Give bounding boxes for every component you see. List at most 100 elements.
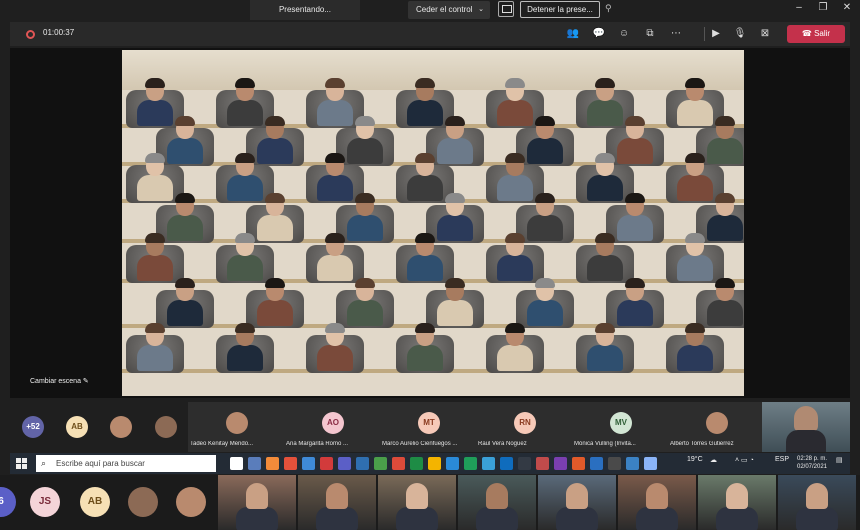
participant-tile[interactable]: Alberto Torres Gutierrez	[668, 402, 764, 452]
maximize-icon[interactable]: ❐	[814, 2, 832, 13]
participant-video-tile[interactable]	[298, 475, 376, 530]
more-actions-icon[interactable]: ⋯	[669, 27, 683, 41]
taskbar-app-icon[interactable]	[626, 457, 639, 470]
taskbar-app-icon[interactable]	[644, 457, 657, 470]
participant-photo[interactable]	[176, 487, 206, 517]
participant-video-tile[interactable]	[458, 475, 536, 530]
attendee-video[interactable]	[135, 233, 175, 281]
taskbar-app-icon[interactable]	[554, 457, 567, 470]
attendee-video[interactable]	[405, 323, 445, 371]
taskbar-app-icon[interactable]	[590, 457, 603, 470]
participant-video-tile[interactable]	[618, 475, 696, 530]
taskbar-app-icon[interactable]	[320, 457, 333, 470]
notifications-icon[interactable]: ▤	[836, 456, 843, 464]
taskbar-app-icon[interactable]	[428, 457, 441, 470]
participant-initials: AO	[322, 412, 344, 434]
microphone-icon[interactable]: 🎙	[733, 27, 747, 41]
taskbar-app-icon[interactable]	[374, 457, 387, 470]
participant-body	[636, 507, 678, 530]
taskbar-app-icon[interactable]	[356, 457, 369, 470]
attendee-video[interactable]	[495, 233, 535, 281]
attendee-video[interactable]	[345, 278, 385, 326]
attendee-video[interactable]	[495, 323, 535, 371]
participant-tile[interactable]: RN Raul Vera Noguez	[476, 402, 572, 452]
attendee-video[interactable]	[135, 323, 175, 371]
meeting-toolbar: 01:00:37 👥 💬 ☺ ⧉ ⋯ ▶ 🎙 ⊠ ☎ Salir	[10, 22, 850, 46]
share-screen-icon[interactable]	[498, 1, 514, 17]
attendee-video[interactable]	[705, 278, 744, 326]
participant-avatar[interactable]: JS	[30, 487, 60, 517]
camera-icon[interactable]: ▶	[709, 27, 723, 41]
attendee-video[interactable]	[315, 323, 355, 371]
attendee-video[interactable]	[225, 233, 265, 281]
overflow-participants-partial[interactable]: 6	[0, 487, 16, 517]
chat-icon[interactable]: 💬	[592, 27, 606, 41]
participant-body	[476, 507, 518, 530]
participant-tile[interactable]: Tadeo Kenitay Mendo...	[188, 402, 284, 452]
taskbar-app-icon[interactable]	[500, 457, 513, 470]
rooms-icon[interactable]: ⧉	[643, 27, 657, 41]
participant-video-tile[interactable]	[218, 475, 296, 530]
taskbar-app-icon[interactable]	[338, 457, 351, 470]
attendee-video[interactable]	[675, 233, 715, 281]
attendee-video[interactable]	[225, 323, 265, 371]
attendee-video[interactable]	[405, 233, 445, 281]
participant-avatar[interactable]: AB	[80, 487, 110, 517]
participants-icon[interactable]: 👥	[566, 27, 580, 41]
share-tray-icon[interactable]: ⊠	[758, 27, 772, 41]
participant-video-tile[interactable]	[538, 475, 616, 530]
attendee-video[interactable]	[435, 278, 475, 326]
change-scene-button[interactable]: Cambiar escena ✎	[30, 377, 89, 385]
taskbar-app-icon[interactable]	[482, 457, 495, 470]
language-indicator[interactable]: ESP	[775, 456, 789, 463]
participant-tile[interactable]: MV Mónica Vulling (Invita...	[572, 402, 668, 452]
participant-avatar[interactable]: AB	[66, 416, 88, 438]
overflow-participants-button[interactable]: +52	[22, 416, 44, 438]
reactions-icon[interactable]: ☺	[617, 27, 631, 41]
pin-icon[interactable]: ⚲	[605, 3, 612, 14]
self-view-video[interactable]	[762, 402, 850, 452]
attendee-video[interactable]	[675, 323, 715, 371]
attendee-video[interactable]	[255, 278, 295, 326]
taskbar-clock[interactable]: 02:28 p. m. 02/07/2021	[792, 455, 832, 471]
participant-video-tile[interactable]	[378, 475, 456, 530]
temperature[interactable]: 19°C	[687, 456, 703, 463]
participant-body	[316, 507, 358, 530]
windows-start-icon[interactable]	[16, 458, 27, 469]
attendee-video[interactable]	[525, 278, 565, 326]
taskbar-app-icon[interactable]	[266, 457, 279, 470]
participant-photo[interactable]	[128, 487, 158, 517]
taskbar-app-icon[interactable]	[464, 457, 477, 470]
taskbar-search-input[interactable]: ⌕ Escribe aquí para buscar	[36, 455, 216, 472]
attendee-video[interactable]	[615, 278, 655, 326]
taskbar-app-icon[interactable]	[230, 457, 243, 470]
participant-video-tile[interactable]	[778, 475, 856, 530]
taskbar-app-icon[interactable]	[446, 457, 459, 470]
give-control-button[interactable]: Ceder el control ⌄	[408, 1, 490, 19]
participant-video-tile[interactable]	[698, 475, 776, 530]
self-face	[794, 406, 818, 432]
taskbar-app-icon[interactable]	[518, 457, 531, 470]
participant-photo[interactable]	[155, 416, 177, 438]
taskbar-app-icon[interactable]	[392, 457, 405, 470]
minimize-icon[interactable]: –	[790, 2, 808, 13]
taskbar-app-icon[interactable]	[608, 457, 621, 470]
participant-photo[interactable]	[110, 416, 132, 438]
taskbar-app-icon[interactable]	[284, 457, 297, 470]
close-icon[interactable]: ✕	[838, 2, 856, 13]
attendee-video[interactable]	[585, 233, 625, 281]
attendee-video[interactable]	[585, 323, 625, 371]
taskbar-app-icon[interactable]	[572, 457, 585, 470]
attendee-video[interactable]	[315, 233, 355, 281]
taskbar-app-icon[interactable]	[302, 457, 315, 470]
attendee-video[interactable]	[165, 278, 205, 326]
leave-button[interactable]: ☎ Salir	[787, 25, 845, 43]
search-placeholder: Escribe aquí para buscar	[56, 459, 145, 468]
taskbar-app-icon[interactable]	[248, 457, 261, 470]
stop-presenting-button[interactable]: Detener la prese...	[520, 1, 600, 18]
tray-icons[interactable]: ˄ ▭ ◔	[735, 456, 754, 464]
taskbar-app-icon[interactable]	[536, 457, 549, 470]
participant-tile[interactable]: MT Marco Aurelio Cienfuegos ...	[380, 402, 476, 452]
taskbar-app-icon[interactable]	[410, 457, 423, 470]
participant-tile[interactable]: AO Ana Margarita Romo ...	[284, 402, 380, 452]
